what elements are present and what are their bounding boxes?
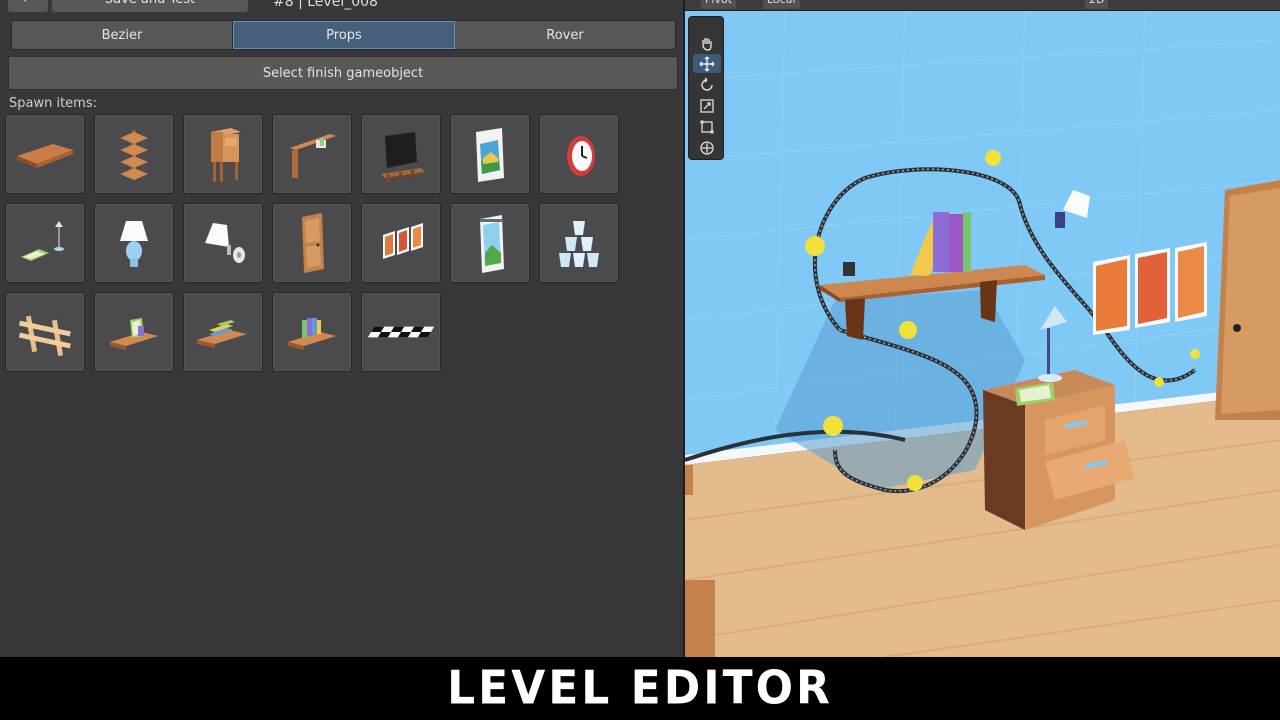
- pivot-toggle[interactable]: Pivot: [701, 0, 737, 9]
- spawn-item-corner-shelf[interactable]: [94, 114, 174, 194]
- shelf-with-books-icon: [197, 320, 247, 348]
- scene-render: [685, 0, 1280, 657]
- tab-rover[interactable]: Rover: [455, 21, 675, 49]
- level-title: #8 | Level_008: [273, 0, 378, 10]
- title-banner: LEVEL EDITOR: [0, 657, 1280, 720]
- rotate-tool[interactable]: [693, 75, 721, 94]
- spawn-item-wall-clock[interactable]: [539, 114, 619, 194]
- spawn-item-framed-picture[interactable]: [450, 114, 530, 194]
- spawn-item-paper-cups[interactable]: [539, 203, 619, 283]
- move-tool[interactable]: [693, 54, 721, 73]
- lamp-and-book-icon: [21, 221, 64, 261]
- save-and-test-button[interactable]: Save and Test: [52, 0, 248, 12]
- spawn-item-landscape-picture[interactable]: [450, 203, 530, 283]
- scale-tool-icon: [700, 98, 714, 113]
- spawn-item-plank-shelf[interactable]: [5, 114, 85, 194]
- spawn-item-table-lamp[interactable]: [94, 203, 174, 283]
- nightstand-icon: [211, 128, 241, 182]
- table-lamp-icon: [120, 221, 148, 267]
- spawn-item-shelf-with-book[interactable]: [94, 292, 174, 372]
- wall-shelf-icon: [290, 134, 336, 178]
- spawn-item-wall-lamp[interactable]: [183, 203, 263, 283]
- local-toggle[interactable]: Local: [763, 0, 800, 9]
- hand-tool[interactable]: [693, 33, 721, 52]
- 2d-toggle[interactable]: 2D: [1085, 0, 1109, 9]
- transform-tool[interactable]: [693, 138, 721, 157]
- spawn-item-shelf-with-books[interactable]: [183, 292, 263, 372]
- back-button[interactable]: ←: [8, 0, 48, 12]
- spawn-item-wooden-fence[interactable]: [5, 292, 85, 372]
- shelf-with-book-icon: [110, 318, 158, 350]
- framed-picture-icon: [476, 128, 504, 182]
- tool-palette: [688, 16, 724, 160]
- wall-clock-icon: [567, 136, 595, 176]
- spawn-item-checkered-finish[interactable]: [361, 292, 441, 372]
- level-editor-panel: ← Save and Test #8 | Level_008 Bezier Pr…: [0, 0, 683, 657]
- door-icon: [302, 213, 324, 273]
- spawn-item-shelf-with-book-stack[interactable]: [272, 292, 352, 372]
- tool-tabs: Bezier Props Rover: [11, 20, 676, 50]
- banner-title: LEVEL EDITOR: [447, 661, 833, 716]
- rotate-tool-icon: [701, 77, 713, 91]
- wooden-fence-icon: [18, 315, 71, 357]
- spawn-items-label: Spawn items:: [9, 96, 97, 111]
- spawn-item-door[interactable]: [272, 203, 352, 283]
- paper-cups-icon: [559, 221, 599, 267]
- spawn-item-tv-stand[interactable]: [361, 114, 441, 194]
- rect-tool[interactable]: [693, 117, 721, 136]
- tab-props[interactable]: Props: [233, 21, 455, 49]
- scale-tool[interactable]: [693, 96, 721, 115]
- spawn-item-wall-shelf[interactable]: [272, 114, 352, 194]
- wall-lamp-icon: [205, 223, 245, 263]
- transform-tool-icon: [700, 140, 714, 155]
- spawn-item-triptych-painting[interactable]: [361, 203, 441, 283]
- plank-shelf-icon: [17, 144, 73, 168]
- rect-tool-icon: [700, 120, 714, 133]
- triptych-painting-icon: [383, 223, 423, 259]
- spawn-item-nightstand[interactable]: [183, 114, 263, 194]
- checkered-finish-icon: [367, 326, 435, 338]
- move-tool-icon: [699, 56, 715, 71]
- spawn-items-grid: [5, 114, 625, 372]
- hand-tool-icon: [702, 37, 712, 51]
- tv-stand-icon: [381, 132, 425, 182]
- spawn-item-lamp-and-book[interactable]: [5, 203, 85, 283]
- landscape-picture-icon: [480, 215, 504, 273]
- corner-shelf-icon: [120, 130, 148, 180]
- scene-view[interactable]: Pivot Local 2D: [685, 0, 1280, 657]
- editor-header: ← Save and Test #8 | Level_008: [0, 0, 683, 12]
- select-finish-button[interactable]: Select finish gameobject: [8, 56, 678, 90]
- tab-bezier[interactable]: Bezier: [12, 21, 233, 49]
- shelf-with-book-stack-icon: [288, 318, 336, 350]
- scene-toolbar: Pivot Local 2D: [685, 0, 1280, 11]
